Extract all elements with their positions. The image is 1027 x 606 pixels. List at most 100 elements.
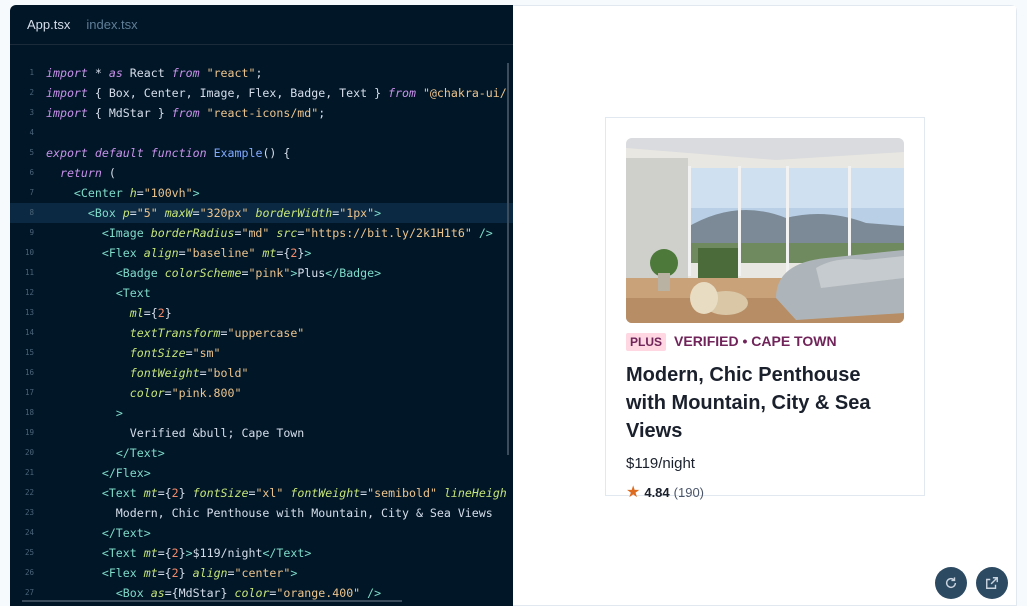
horizontal-scrollbar[interactable] [22, 600, 402, 602]
code-token: > [192, 186, 200, 200]
tab-index-tsx[interactable]: index.tsx [86, 17, 137, 32]
code-line[interactable]: 1 import * as React from "react"; [10, 63, 513, 83]
line-source: > [46, 403, 513, 423]
code-token: "https://bit.ly/2k1H1t6" [304, 226, 472, 240]
code-line[interactable]: 5 export default function Example() { [10, 143, 513, 163]
code-line[interactable]: 3 import { MdStar } from "react-icons/md"… [10, 103, 513, 123]
code-line[interactable]: 20 </Text> [10, 443, 513, 463]
line-source: </Text> [46, 443, 513, 463]
line-source [46, 123, 513, 143]
refresh-button[interactable] [935, 567, 967, 599]
code-token: ={ [143, 306, 158, 320]
code-token: "100vh" [143, 186, 193, 200]
code-token: = [185, 346, 193, 360]
code-token: colorScheme [164, 266, 242, 280]
code-token: = [199, 366, 207, 380]
code-token: Example [213, 146, 263, 160]
code-line[interactable]: 10 <Flex align="baseline" mt={2}> [10, 243, 513, 263]
code-token: function [150, 146, 207, 160]
code-token: "pink.800" [171, 386, 242, 400]
code-token: fontWeight [290, 486, 361, 500]
line-number: 17 [24, 388, 34, 397]
code-token: "uppercase" [227, 326, 305, 340]
code-line[interactable]: 16 fontWeight="bold" [10, 363, 513, 383]
code-token: color [234, 586, 270, 600]
code-token: "center" [234, 566, 291, 580]
code-line[interactable]: 8 <Box p="5" maxW="320px" borderWidth="1… [10, 203, 513, 223]
code-line[interactable]: 2 import { Box, Center, Image, Flex, Badg… [10, 83, 513, 103]
code-line[interactable]: 4 [10, 123, 513, 143]
code-line[interactable]: 6 return ( [10, 163, 513, 183]
code-line[interactable]: 18 > [10, 403, 513, 423]
listing-card: Plus Verified • Cape Town Modern, Chic P… [605, 117, 925, 501]
code-token: borderWidth [255, 206, 333, 220]
code-token: ={MdStar} [164, 586, 235, 600]
code-line[interactable]: 12 <Text [10, 283, 513, 303]
line-source: </Flex> [46, 463, 513, 483]
code-token: maxW [164, 206, 193, 220]
code-token: ; [318, 106, 326, 120]
code-token: 2 [157, 306, 165, 320]
code-line[interactable]: 24 </Text> [10, 523, 513, 543]
code-token: "semibold" [367, 486, 437, 500]
code-line[interactable]: 26 <Flex mt={2} align="center"> [10, 563, 513, 583]
code-line[interactable]: 25 <Text mt={2}>$119/night</Text> [10, 543, 513, 563]
code-line[interactable]: 15 fontSize="sm" [10, 343, 513, 363]
listing-price: $119/night [626, 455, 695, 472]
line-source: <Flex mt={2} align="center"> [46, 563, 513, 583]
code-line[interactable]: 19 Verified &bull; Cape Town [10, 423, 513, 443]
code-line[interactable]: 22 <Text mt={2} fontSize="xl" fontWeight… [10, 483, 513, 503]
code-area[interactable]: 1 import * as React from "react"; 2 import … [10, 63, 513, 606]
code-token: Plus [297, 266, 326, 280]
code-line[interactable]: 17 color="pink.800" [10, 383, 513, 403]
code-token: ; [255, 66, 263, 80]
line-source: export default function Example() { [46, 143, 513, 163]
code-token: ={ [276, 246, 291, 260]
vertical-scrollbar[interactable] [507, 63, 509, 455]
listing-meta: Plus Verified • Cape Town [626, 333, 904, 351]
line-number: 10 [24, 248, 34, 257]
code-token: import [46, 86, 88, 100]
line-source: import { Box, Center, Image, Flex, Badge… [46, 83, 513, 103]
line-source: <Text [46, 283, 513, 303]
code-token: "320px" [199, 206, 249, 220]
code-line[interactable]: 14 textTransform="uppercase" [10, 323, 513, 343]
rating-score: 4.84 [644, 484, 670, 500]
line-source: <Badge colorScheme="pink">Plus</Badge> [46, 263, 513, 283]
tab-app-tsx[interactable]: App.tsx [27, 17, 70, 32]
code-token: import [46, 106, 88, 120]
code-line[interactable]: 7 <Center h="100vh"> [10, 183, 513, 203]
code-token: "sm" [192, 346, 221, 360]
code-token: textTransform [129, 326, 221, 340]
open-in-new-tab-button[interactable] [976, 567, 1008, 599]
line-source: Verified &bull; Cape Town [46, 423, 513, 443]
code-token: = [178, 246, 186, 260]
code-token: align [192, 566, 228, 580]
code-line[interactable]: 23 Modern, Chic Penthouse with Mountain,… [10, 503, 513, 523]
line-source: </Text> [46, 523, 513, 543]
line-number: 13 [24, 308, 34, 317]
listing-rating: ★ 4.84 (190) [626, 482, 904, 502]
code-editor[interactable]: App.tsx index.tsx 1 import * as React fro… [10, 5, 513, 606]
code-line[interactable]: 21 </Flex> [10, 463, 513, 483]
code-token: as [150, 586, 165, 600]
code-line[interactable]: 9 <Image borderRadius="md" src="https://… [10, 223, 513, 243]
line-number: 1 [29, 68, 34, 77]
code-line[interactable]: 13 ml={2} [10, 303, 513, 323]
location-label: Verified • Cape Town [674, 333, 837, 349]
line-number: 23 [24, 508, 34, 517]
code-token: <Flex [101, 566, 137, 580]
code-line[interactable]: 11 <Badge colorScheme="pink">Plus</Badge… [10, 263, 513, 283]
code-token: return [59, 166, 102, 180]
code-token: > [115, 406, 123, 420]
review-count: (190) [673, 484, 705, 500]
